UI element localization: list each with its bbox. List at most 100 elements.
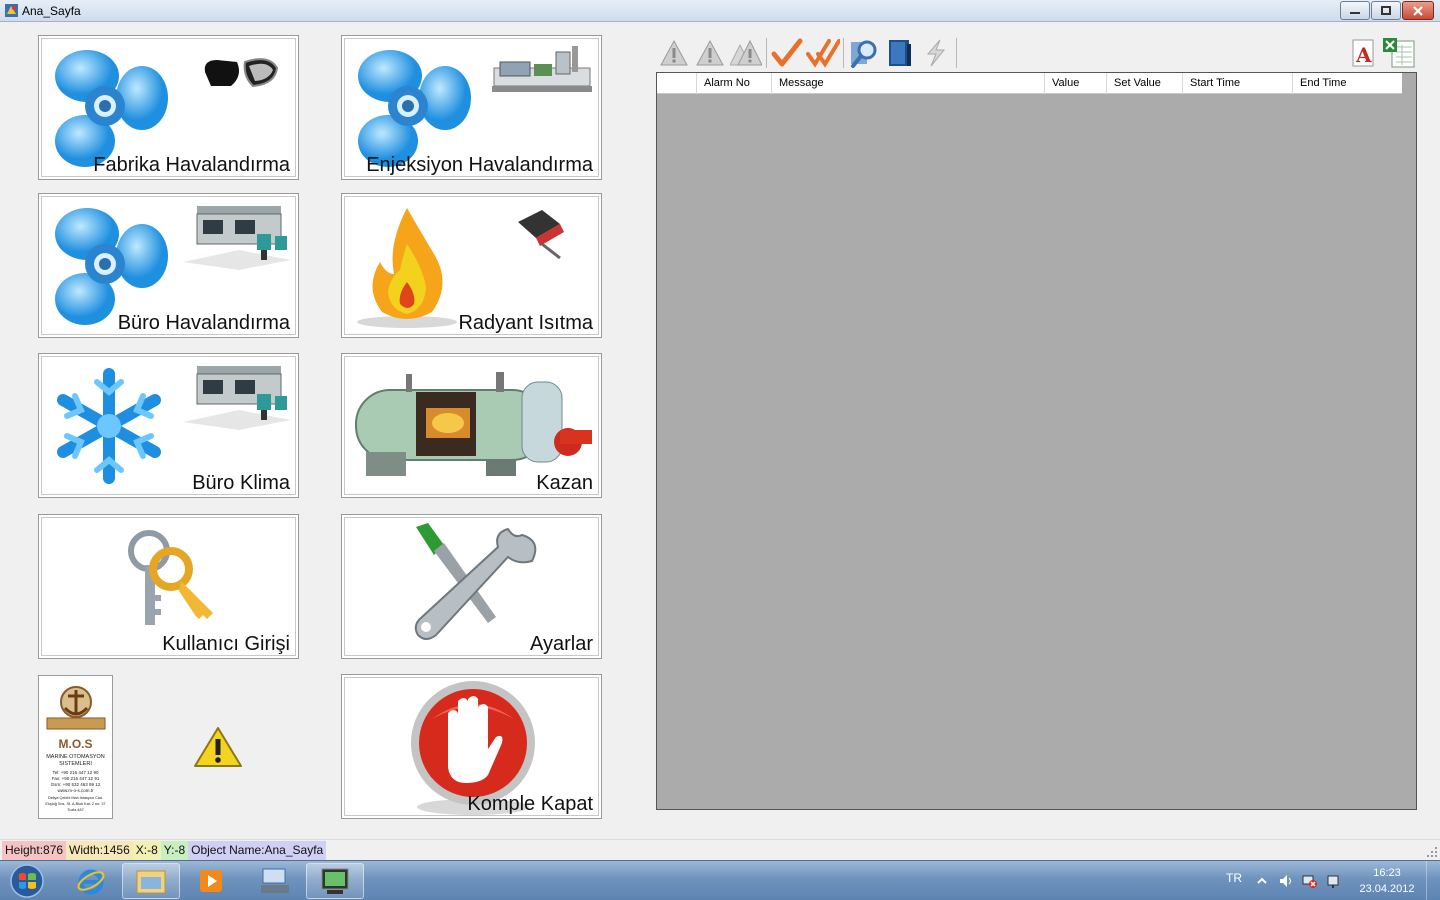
minimize-icon [1350, 11, 1360, 14]
fan-icon [358, 50, 471, 167]
alarm-filter-button[interactable] [656, 36, 692, 70]
alarm-warning-icon [696, 39, 724, 66]
tile-label: Büro Havalandırma [117, 312, 290, 334]
company-logo-card: M.O.S MARINE OTOMASYON SISTEMLERI Tel: +… [38, 675, 113, 819]
book-icon [889, 40, 911, 66]
status-width: Width:1456 [66, 840, 133, 860]
title-bar: Ana_Sayfa [0, 0, 1440, 22]
scada-app-icon [321, 868, 349, 894]
volume-icon[interactable] [1278, 873, 1294, 889]
fan-icon [55, 208, 168, 325]
acknowledge-button[interactable] [769, 36, 805, 70]
tile-label: Kullanıcı Girişi [162, 633, 290, 655]
taskbar-scada-app[interactable] [306, 863, 364, 899]
toolbar-separator [766, 38, 767, 68]
show-desktop-button[interactable] [1426, 861, 1440, 900]
alarm-grid-header: Alarm No Message Value Set Value Start T… [657, 73, 1402, 94]
fan-icon [55, 50, 168, 167]
svg-text:A: A [1355, 43, 1372, 67]
tile-buro-havalandirma[interactable]: Büro Havalandırma [38, 193, 299, 338]
taskbar: TR 16:23 23.04.2012 [0, 860, 1440, 900]
export-pdf-button[interactable]: A [1348, 36, 1378, 70]
taskbar-clock[interactable]: 16:23 23.04.2012 [1352, 865, 1422, 897]
column-header-set-value[interactable]: Set Value [1107, 73, 1183, 94]
show-hidden-icons-icon[interactable] [1254, 873, 1270, 889]
export-excel-button[interactable] [1382, 36, 1416, 70]
taskbar-media-player[interactable] [182, 863, 240, 899]
search-button[interactable] [846, 36, 882, 70]
action-center-icon[interactable] [1326, 873, 1342, 889]
log-book-button[interactable] [882, 36, 918, 70]
taskbar-explorer[interactable] [122, 863, 180, 899]
column-header-message[interactable]: Message [772, 73, 1045, 94]
logo-address-1: Deliya Çelebi Mah.Istasyon Cad. [47, 796, 104, 800]
logo-address-3: Tuzla 487 [67, 808, 84, 812]
close-icon [1413, 5, 1423, 16]
column-header-end-time[interactable]: End Time [1293, 73, 1402, 94]
status-x: X:-8 [132, 840, 161, 860]
network-error-icon[interactable] [1302, 873, 1318, 889]
toolbar-separator [843, 38, 844, 68]
alarm-active-button[interactable] [692, 36, 728, 70]
clock-date: 23.04.2012 [1359, 883, 1415, 895]
tile-kazan[interactable]: Kazan [341, 353, 602, 498]
logo-contact-web: www.m-o-s.com.tr [57, 788, 94, 793]
warning-icon[interactable] [193, 725, 243, 769]
maximize-button[interactable] [1371, 1, 1401, 20]
clock-time: 16:23 [1373, 867, 1401, 879]
anchor-logo-icon [46, 686, 106, 730]
logo-contact-gsm: Gsm: +90 532 463 99 12 [50, 782, 101, 787]
boiler-icon [355, 372, 592, 476]
logo-contact-tel: Tel: +90 216 447 12 90 [52, 770, 99, 775]
flame-icon [357, 208, 457, 328]
acknowledge-all-check-icon [806, 39, 840, 68]
acknowledge-check-icon [771, 38, 803, 67]
taskbar-keyboard-app[interactable] [246, 863, 304, 899]
start-button[interactable] [6, 863, 48, 899]
column-header-alarm-no[interactable]: Alarm No [697, 73, 772, 94]
power-button[interactable] [918, 36, 954, 70]
logo-contact-fax: Fax: +90 216 447 12 91 [51, 776, 100, 781]
tools-icon [414, 523, 537, 640]
office-desk-icon [183, 366, 291, 430]
export-toolbar: A [1348, 36, 1416, 70]
folder-icon [136, 870, 166, 894]
status-height: Height:876 [2, 840, 67, 860]
tile-ayarlar[interactable]: Ayarlar [341, 514, 602, 659]
tile-label: Büro Klima [192, 472, 290, 494]
media-player-icon [200, 870, 222, 892]
tile-kullanici-girisi[interactable]: Kullanıcı Girişi [38, 514, 299, 659]
alarm-all-button[interactable] [728, 36, 764, 70]
tile-label: Radyant Isıtma [458, 312, 593, 334]
office-desk-icon [183, 206, 291, 270]
tile-buro-klima[interactable]: Büro Klima [38, 353, 299, 498]
taskbar-internet-explorer[interactable] [62, 863, 120, 899]
search-magnifier-icon [851, 40, 877, 68]
toolbar-separator [956, 38, 957, 68]
alarm-toolbar [656, 36, 966, 70]
logo-company-line2: SISTEMLERI [59, 761, 92, 767]
tile-radyant-isitma[interactable]: Radyant Isıtma [341, 193, 602, 338]
column-header-select[interactable] [657, 73, 697, 94]
snowflake-icon [57, 368, 161, 484]
radiant-heater-icon [518, 210, 564, 260]
tile-enjeksiyon-havalandirma[interactable]: Enjeksiyon Havalandırma [341, 35, 602, 180]
column-header-start-time[interactable]: Start Time [1183, 73, 1293, 94]
minimize-button[interactable] [1340, 1, 1370, 20]
close-button[interactable] [1402, 1, 1434, 20]
tile-komple-kapat[interactable]: Komple Kapat [341, 674, 602, 819]
acknowledge-all-button[interactable] [805, 36, 841, 70]
keys-icon [128, 530, 213, 625]
internet-explorer-icon [77, 869, 105, 895]
status-object-name: Object Name:Ana_Sayfa [188, 840, 327, 860]
excel-export-icon [1383, 38, 1415, 68]
window-title: Ana_Sayfa [22, 4, 81, 18]
resize-grip-icon[interactable] [1426, 846, 1438, 858]
language-indicator[interactable]: TR [1226, 871, 1242, 885]
tile-fabrika-havalandirma[interactable]: Fabrika Havalandırma [38, 35, 299, 180]
injection-machine-icon [492, 46, 592, 92]
app-icon [5, 4, 18, 17]
column-header-value[interactable]: Value [1045, 73, 1107, 94]
alarm-grid[interactable]: Alarm No Message Value Set Value Start T… [656, 72, 1417, 810]
tile-label: Kazan [536, 472, 593, 494]
